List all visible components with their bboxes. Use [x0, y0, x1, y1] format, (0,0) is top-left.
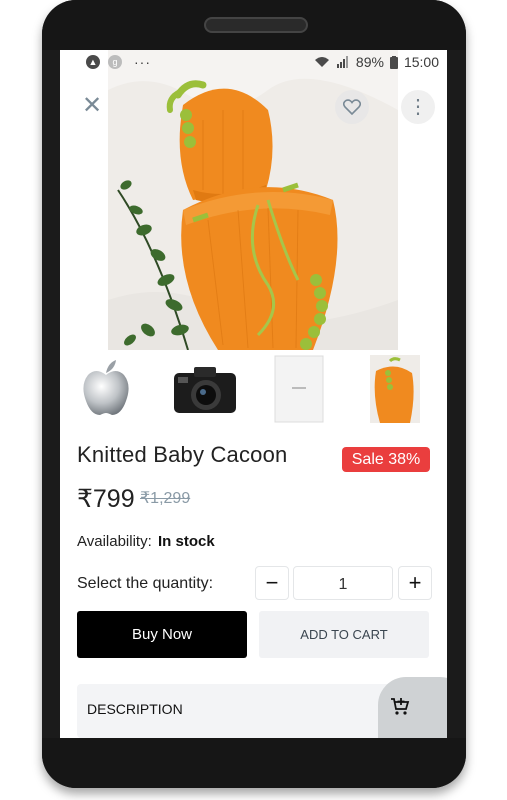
cart-fab[interactable] — [378, 677, 447, 738]
thumbnail-camera[interactable] — [170, 355, 240, 425]
phone-top-bezel — [42, 0, 466, 50]
thumbnail-cocoon[interactable] — [370, 355, 430, 425]
thumbnail-apple[interactable] — [76, 355, 136, 425]
buy-now-button[interactable]: Buy Now — [77, 611, 247, 658]
original-price: ₹1,299 — [140, 490, 191, 507]
speaker — [204, 17, 308, 33]
product-price: ₹799 — [77, 485, 135, 513]
quantity-increase-button[interactable]: + — [398, 566, 432, 600]
battery-icon — [389, 55, 398, 69]
add-to-cart-button[interactable]: ADD TO CART — [259, 611, 429, 658]
cocoon-thumbnail-image — [370, 355, 420, 423]
phone-bottom-bezel — [42, 738, 466, 788]
clock: 15:00 — [403, 54, 439, 70]
google-icon: g — [108, 55, 122, 69]
battery-percent: 89% — [355, 54, 384, 70]
heart-icon — [343, 99, 361, 115]
wifi-icon — [314, 57, 329, 67]
availability-label: Availability: — [77, 533, 152, 550]
app-screen: ▲ g ··· 89% 15:00 ✕ ⋮ Knitted Baby Cacoo… — [60, 50, 447, 738]
thumbnail-document[interactable] — [274, 355, 334, 425]
status-bar: ▲ g ··· 89% 15:00 — [60, 50, 447, 74]
availability-value: In stock — [158, 533, 215, 550]
sale-badge: Sale 38% — [342, 447, 430, 472]
more-options-icon[interactable]: ⋮ — [401, 90, 435, 124]
quantity-decrease-button[interactable]: − — [255, 566, 289, 600]
close-icon[interactable]: ✕ — [80, 94, 104, 118]
signal-icon — [336, 56, 348, 68]
description-label: DESCRIPTION — [87, 701, 183, 717]
document-image — [274, 355, 324, 423]
thumbnail-strip — [60, 355, 447, 427]
apple-logo-image — [83, 360, 129, 415]
android-icon: ▲ — [86, 55, 100, 69]
quantity-label: Select the quantity: — [77, 575, 214, 592]
product-title: Knitted Baby Cacoon — [77, 442, 288, 467]
add-to-cart-icon — [390, 697, 410, 722]
notification-dots: ··· — [134, 54, 151, 70]
wishlist-button[interactable] — [335, 90, 369, 124]
quantity-input[interactable]: 1 — [293, 566, 393, 600]
camera-image — [174, 367, 236, 413]
